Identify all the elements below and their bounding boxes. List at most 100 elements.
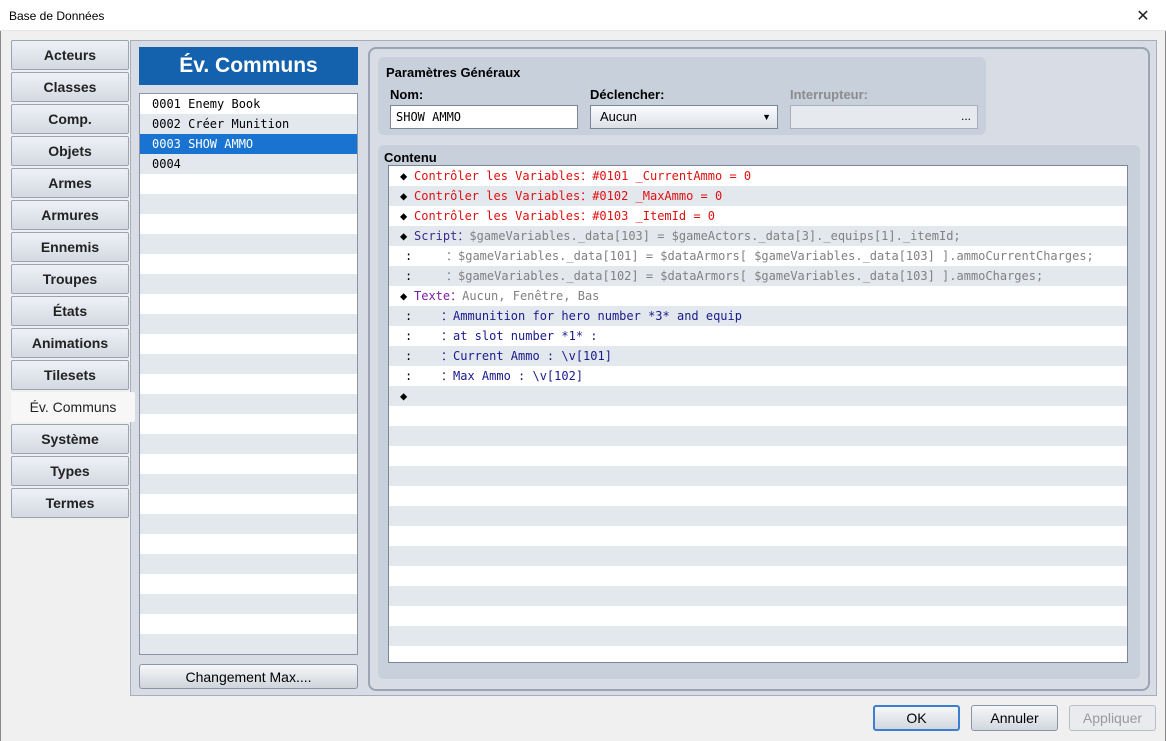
tab-2[interactable]: Comp. bbox=[11, 104, 129, 134]
switch-field: ... bbox=[790, 105, 978, 129]
command-row[interactable] bbox=[389, 626, 1127, 646]
ellipsis-icon: ... bbox=[960, 109, 971, 123]
general-settings-title: Paramètres Généraux bbox=[386, 65, 521, 80]
list-item[interactable] bbox=[140, 294, 357, 314]
continuation-marker: : bbox=[405, 369, 413, 383]
command-text: ：Current Ammo : \v[101] bbox=[414, 346, 612, 366]
list-item[interactable] bbox=[140, 574, 357, 594]
command-row[interactable] bbox=[389, 646, 1127, 662]
list-item[interactable] bbox=[140, 494, 357, 514]
tab-3[interactable]: Objets bbox=[11, 136, 129, 166]
list-item[interactable] bbox=[140, 394, 357, 414]
command-separator: ： bbox=[580, 189, 593, 203]
list-item[interactable] bbox=[140, 234, 357, 254]
command-row[interactable]: : ：Current Ammo : \v[101] bbox=[389, 346, 1127, 366]
tab-8[interactable]: États bbox=[11, 296, 129, 326]
command-row[interactable]: : ：$gameVariables._data[101] = $dataArmor… bbox=[389, 246, 1127, 266]
trigger-select[interactable]: Aucun ▼ bbox=[590, 105, 778, 129]
list-item[interactable] bbox=[140, 634, 357, 654]
list-item[interactable] bbox=[140, 594, 357, 614]
tab-6[interactable]: Ennemis bbox=[11, 232, 129, 262]
command-row[interactable]: : ：Max Ammo : \v[102] bbox=[389, 366, 1127, 386]
command-separator: ： bbox=[440, 329, 453, 343]
tab-7[interactable]: Troupes bbox=[11, 264, 129, 294]
list-item[interactable]: 0001 Enemy Book bbox=[140, 94, 357, 114]
event-editor: Paramètres Généraux Nom: SHOW AMMO Décle… bbox=[368, 47, 1150, 691]
ok-button[interactable]: OK bbox=[873, 705, 960, 731]
command-params: $gameVariables._data[103] = $gameActors.… bbox=[469, 229, 961, 243]
trigger-label: Déclencher: bbox=[590, 87, 665, 102]
command-row[interactable] bbox=[389, 466, 1127, 486]
command-row[interactable] bbox=[389, 566, 1127, 586]
list-item[interactable] bbox=[140, 434, 357, 454]
command-row[interactable] bbox=[389, 506, 1127, 526]
list-item[interactable]: 0002 Créer Munition bbox=[140, 114, 357, 134]
command-row[interactable]: ◆ bbox=[389, 386, 1127, 406]
command-row[interactable]: : ：$gameVariables._data[102] = $dataArmor… bbox=[389, 266, 1127, 286]
tab-1[interactable]: Classes bbox=[11, 72, 129, 102]
tab-0[interactable]: Acteurs bbox=[11, 40, 129, 70]
command-row[interactable]: ◆ Texte：Aucun, Fenêtre, Bas bbox=[389, 286, 1127, 306]
command-row[interactable] bbox=[389, 426, 1127, 446]
tab-11[interactable]: Év. Communs bbox=[11, 392, 135, 422]
list-item[interactable]: 0003 SHOW AMMO bbox=[140, 134, 357, 154]
command-separator: ： bbox=[445, 249, 458, 263]
trigger-select-value: Aucun bbox=[600, 109, 637, 124]
tab-13[interactable]: Types bbox=[11, 456, 129, 486]
event-list-header: Év. Communs bbox=[139, 47, 358, 85]
contents-title: Contenu bbox=[384, 150, 437, 165]
contents-section: Contenu ◆ Contrôler les Variables：#0101 _… bbox=[378, 145, 1140, 679]
list-item[interactable] bbox=[140, 174, 357, 194]
command-row[interactable]: ◆ Contrôler les Variables：#0103 _ItemId =… bbox=[389, 206, 1127, 226]
list-item[interactable] bbox=[140, 214, 357, 234]
list-item[interactable] bbox=[140, 514, 357, 534]
command-diamond-icon: ◆ bbox=[400, 389, 408, 403]
tab-5[interactable]: Armures bbox=[11, 200, 129, 230]
name-input[interactable]: SHOW AMMO bbox=[390, 105, 578, 129]
tab-4[interactable]: Armes bbox=[11, 168, 129, 198]
command-name: Contrôler les Variables bbox=[414, 189, 581, 203]
list-item[interactable] bbox=[140, 314, 357, 334]
command-row[interactable] bbox=[389, 546, 1127, 566]
command-row[interactable] bbox=[389, 446, 1127, 466]
change-max-button[interactable]: Changement Max.... bbox=[139, 664, 358, 689]
command-row[interactable]: ◆ Contrôler les Variables：#0101 _CurrentA… bbox=[389, 166, 1127, 186]
close-icon[interactable]: ✕ bbox=[1120, 0, 1166, 31]
command-row[interactable] bbox=[389, 486, 1127, 506]
list-item[interactable] bbox=[140, 254, 357, 274]
command-row[interactable] bbox=[389, 406, 1127, 426]
list-item[interactable] bbox=[140, 534, 357, 554]
list-item[interactable] bbox=[140, 354, 357, 374]
list-item[interactable]: 0004 bbox=[140, 154, 357, 174]
continuation-marker: : bbox=[405, 249, 413, 263]
command-text: ：Ammunition for hero number *3* and equi… bbox=[414, 306, 742, 326]
command-list[interactable]: ◆ Contrôler les Variables：#0101 _CurrentA… bbox=[388, 165, 1128, 663]
list-item[interactable] bbox=[140, 614, 357, 634]
list-item[interactable] bbox=[140, 194, 357, 214]
command-row[interactable] bbox=[389, 586, 1127, 606]
command-row[interactable] bbox=[389, 526, 1127, 546]
event-list[interactable]: 0001 Enemy Book 0002 Créer Munition 0003 S… bbox=[139, 93, 358, 655]
list-item[interactable] bbox=[140, 554, 357, 574]
command-params: $gameVariables._data[102] = $dataArmors[… bbox=[458, 269, 1044, 283]
tab-14[interactable]: Termes bbox=[11, 488, 129, 518]
command-row[interactable]: ◆ Script：$gameVariables._data[103] = $gam… bbox=[389, 226, 1127, 246]
command-diamond-icon: ◆ bbox=[400, 209, 408, 223]
continuation-marker: : bbox=[405, 329, 413, 343]
list-item[interactable] bbox=[140, 334, 357, 354]
list-item[interactable] bbox=[140, 454, 357, 474]
command-row[interactable]: ◆ Contrôler les Variables：#0102 _MaxAmmo … bbox=[389, 186, 1127, 206]
list-item[interactable] bbox=[140, 414, 357, 434]
list-item[interactable] bbox=[140, 474, 357, 494]
tab-10[interactable]: Tilesets bbox=[11, 360, 129, 390]
tab-12[interactable]: Système bbox=[11, 424, 129, 454]
list-item[interactable] bbox=[140, 374, 357, 394]
list-item[interactable] bbox=[140, 274, 357, 294]
cancel-button[interactable]: Annuler bbox=[971, 705, 1058, 731]
command-row[interactable]: : ：at slot number *1* : bbox=[389, 326, 1127, 346]
command-separator: ： bbox=[445, 269, 458, 283]
command-row[interactable]: : ：Ammunition for hero number *3* and equ… bbox=[389, 306, 1127, 326]
command-params: at slot number *1* : bbox=[453, 329, 598, 343]
command-row[interactable] bbox=[389, 606, 1127, 626]
tab-9[interactable]: Animations bbox=[11, 328, 129, 358]
